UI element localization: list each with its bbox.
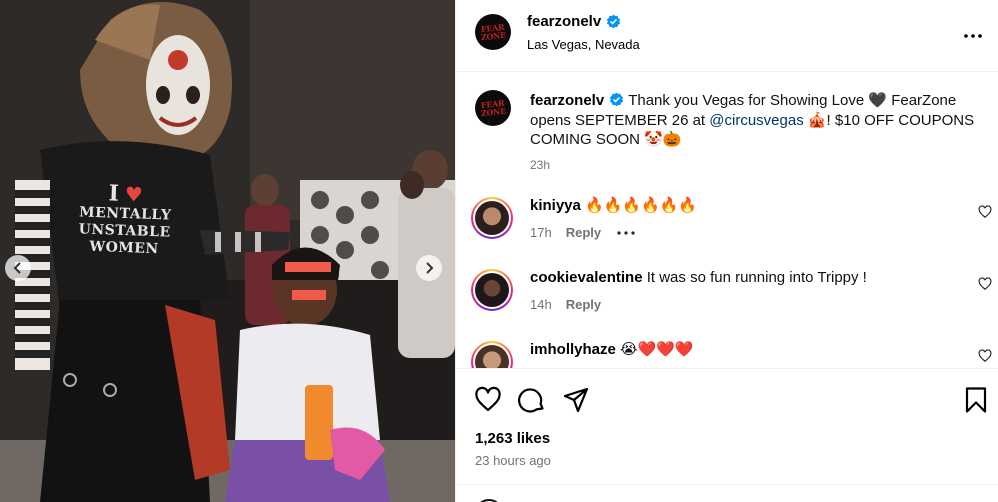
reply-button[interactable]: Reply: [566, 225, 601, 240]
comment-meta: 17h Reply: [530, 225, 637, 240]
post-photo[interactable]: I ♥ MENTALLY UNSTABLE WOMEN: [0, 0, 455, 502]
comment-options-icon[interactable]: [615, 226, 637, 240]
shirt-print: I ♥ MENTALLY UNSTABLE WOMEN: [69, 180, 181, 259]
caption-username[interactable]: fearzonelv: [530, 92, 604, 109]
heart-icon: ♥: [124, 181, 144, 207]
caption-mention-link[interactable]: @circusvegas: [709, 112, 803, 129]
comment-text: 😭❤️❤️❤️: [620, 341, 694, 358]
comment-meta: 14h Reply: [530, 297, 601, 312]
comment-username[interactable]: imhollyhaze: [530, 341, 616, 358]
avatar-logo-text: FEAR ZONE: [480, 21, 507, 43]
post-header: FEAR ZONE fearzonelv Las Vegas, Nevada: [456, 0, 998, 72]
bookmark-icon[interactable]: [962, 386, 990, 414]
more-options-icon[interactable]: [961, 24, 985, 48]
verified-badge-icon: [607, 14, 621, 29]
avatar-logo-text: FEAR ZONE: [480, 97, 507, 119]
comment-body: imhollyhaze 😭❤️❤️❤️: [530, 341, 694, 359]
comment-text: It was so fun running into Trippy !: [646, 269, 867, 286]
comment-time[interactable]: 17h: [530, 225, 552, 240]
comment-text: 🔥🔥🔥🔥🔥🔥: [585, 197, 698, 214]
comment-body: kiniyya 🔥🔥🔥🔥🔥🔥: [530, 197, 697, 215]
comment-avatar[interactable]: [471, 341, 513, 368]
shirt-text-i: I: [108, 180, 120, 207]
comment-icon[interactable]: [518, 386, 546, 414]
likes-count[interactable]: 1,263 likes: [475, 430, 550, 447]
comment-body: cookievalentine It was so fun running in…: [530, 269, 867, 287]
post-actions: 1,263 likes 23 hours ago: [456, 368, 998, 484]
verified-badge-icon: [610, 92, 624, 107]
comments-section[interactable]: FEAR ZONE fearzonelv Thank you Vegas for …: [456, 72, 998, 368]
add-comment-bar[interactable]: [456, 484, 998, 502]
chevron-left-icon: [13, 262, 21, 274]
heart-icon[interactable]: [978, 277, 992, 291]
heart-icon[interactable]: [978, 205, 992, 219]
chevron-right-icon: [426, 262, 434, 274]
post-timestamp[interactable]: 23 hours ago: [475, 453, 551, 468]
post-caption: fearzonelv Thank you Vegas for Showing Lo…: [530, 91, 980, 150]
heart-icon[interactable]: [978, 349, 992, 363]
comment-item: kiniyya 🔥🔥🔥🔥🔥🔥 17h Reply: [456, 197, 998, 257]
caption-timestamp[interactable]: 23h: [530, 158, 550, 172]
next-photo-button[interactable]: [416, 255, 442, 281]
comment-avatar[interactable]: [471, 269, 513, 311]
comment-item: cookievalentine It was so fun running in…: [456, 269, 998, 329]
post-details-panel: FEAR ZONE fearzonelv Las Vegas, Nevada F…: [455, 0, 998, 502]
author-username[interactable]: fearzonelv: [527, 13, 601, 30]
share-icon[interactable]: [562, 386, 590, 414]
reply-button[interactable]: Reply: [566, 297, 601, 312]
caption-avatar[interactable]: FEAR ZONE: [475, 90, 511, 126]
post-location[interactable]: Las Vegas, Nevada: [527, 37, 640, 52]
comment-time[interactable]: 14h: [530, 297, 552, 312]
comment-username[interactable]: kiniyya: [530, 197, 581, 214]
comment-item: imhollyhaze 😭❤️❤️❤️: [456, 341, 998, 368]
heart-icon[interactable]: [474, 386, 502, 414]
post-author: fearzonelv: [527, 13, 621, 30]
profile-avatar[interactable]: FEAR ZONE: [475, 14, 511, 50]
comment-avatar[interactable]: [471, 197, 513, 239]
comment-username[interactable]: cookievalentine: [530, 269, 643, 286]
previous-photo-button[interactable]: [5, 255, 31, 281]
